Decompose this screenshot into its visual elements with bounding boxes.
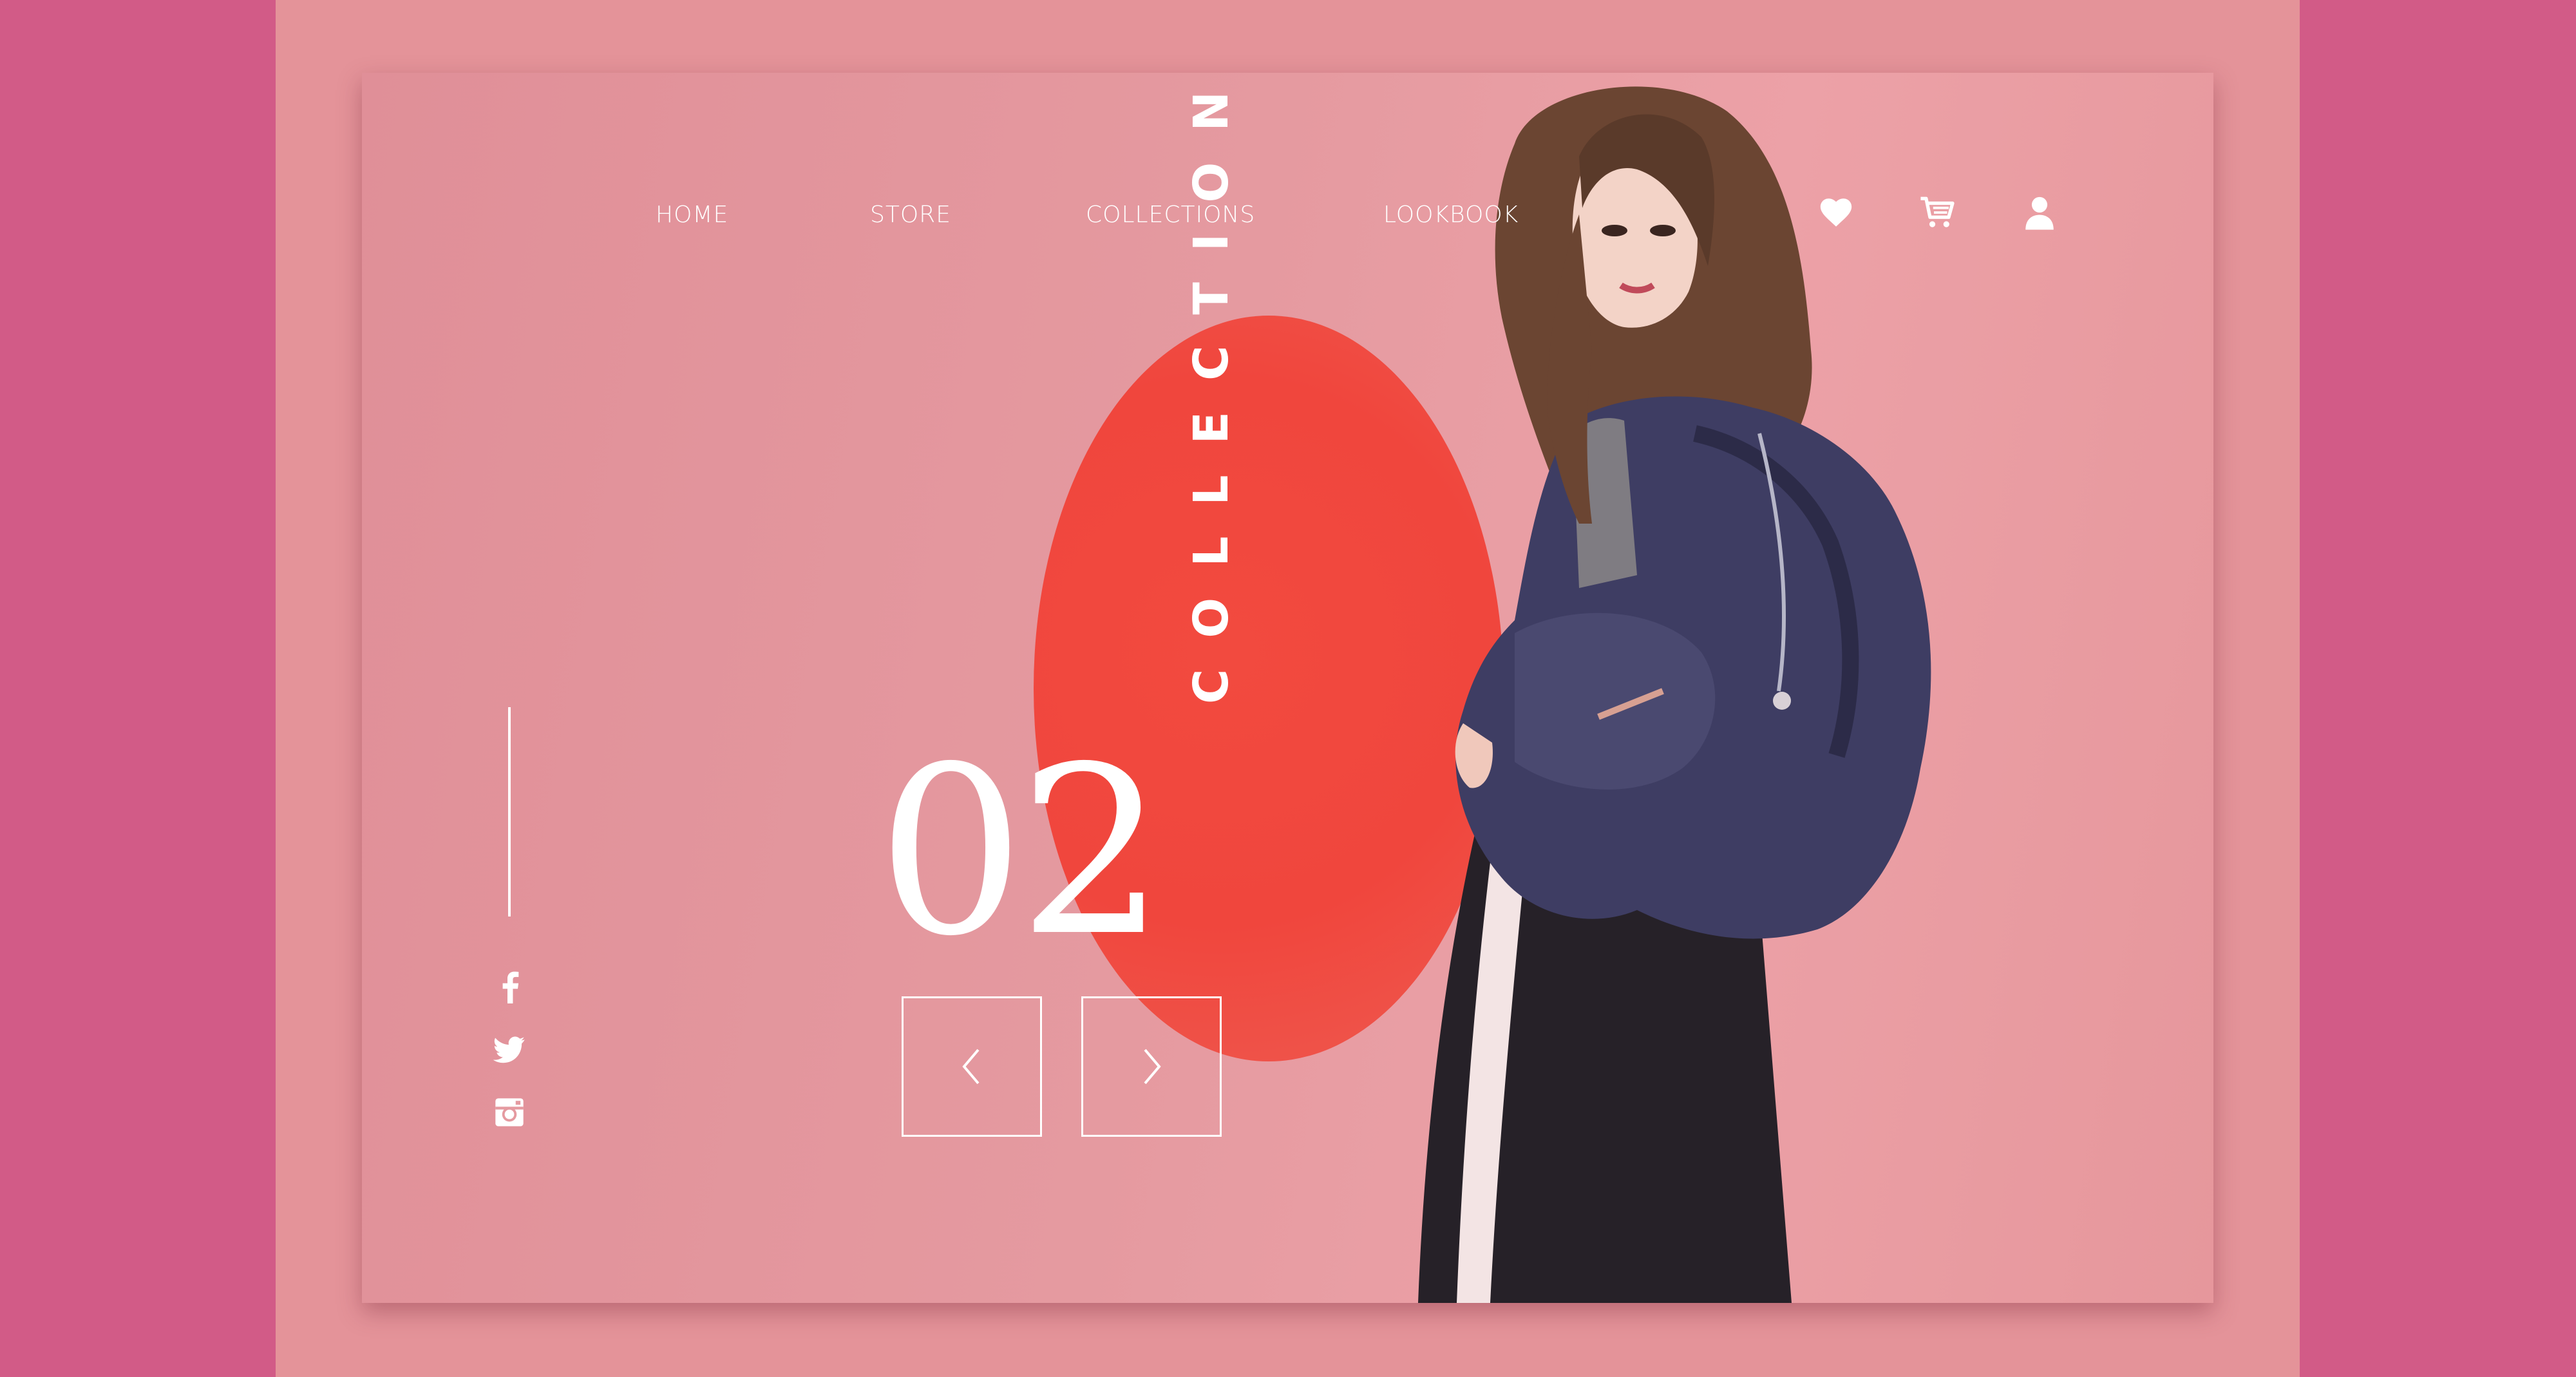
cart-icon[interactable] bbox=[1919, 194, 1956, 231]
social-divider-line bbox=[508, 707, 511, 916]
heart-icon[interactable] bbox=[1817, 194, 1855, 231]
hero-card: HOME STORE COLLECTIONS LOOKBOOK 02 COLLE… bbox=[362, 73, 2213, 1303]
previous-slide-button[interactable] bbox=[902, 996, 1042, 1137]
nav-store-link[interactable]: STORE bbox=[870, 202, 951, 228]
model-photo bbox=[1418, 86, 1931, 1303]
collection-title: COLLECTION bbox=[1184, 73, 1239, 704]
instagram-icon[interactable] bbox=[493, 1096, 526, 1129]
twitter-icon[interactable] bbox=[493, 1032, 526, 1066]
chevron-right-icon bbox=[1144, 1049, 1161, 1085]
nav-home-link[interactable]: HOME bbox=[656, 202, 728, 228]
nav-lookbook-link[interactable]: LOOKBOOK bbox=[1383, 202, 1519, 228]
user-icon[interactable] bbox=[2021, 194, 2058, 231]
next-slide-button[interactable] bbox=[1081, 996, 1222, 1137]
chevron-left-icon bbox=[962, 1049, 980, 1085]
facebook-icon[interactable] bbox=[493, 970, 526, 1003]
slide-number: 02 bbox=[877, 717, 1166, 987]
